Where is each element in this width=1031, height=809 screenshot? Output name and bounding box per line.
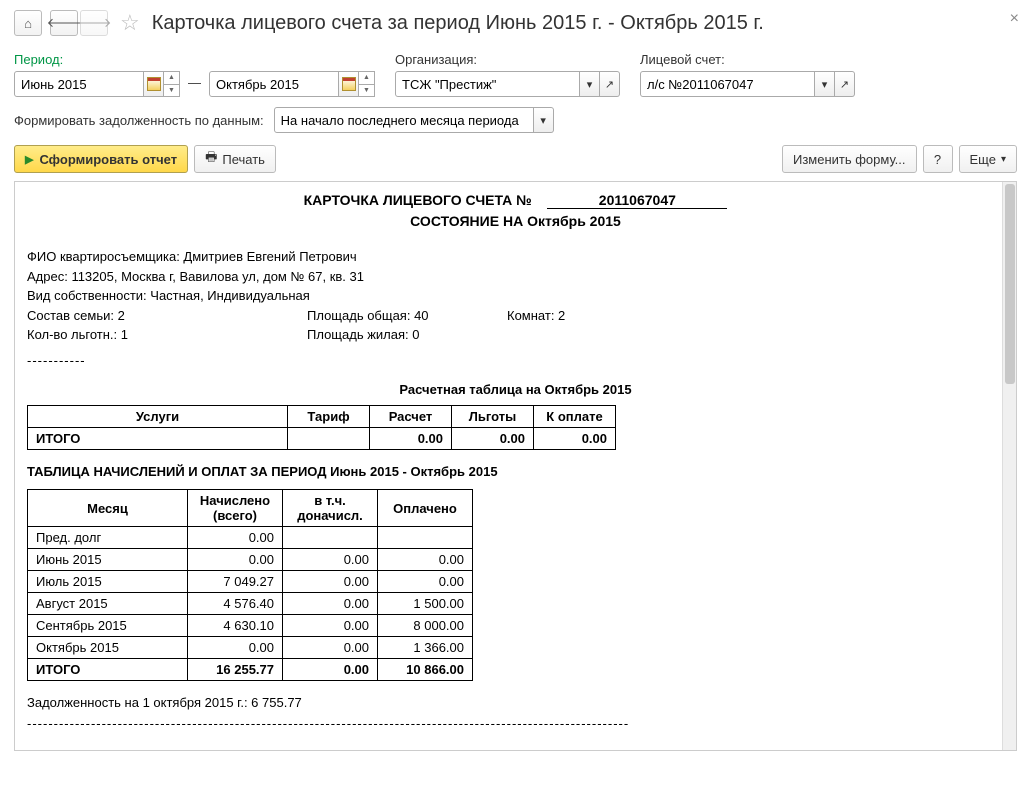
- titlebar: ⌂ 🡐 🡒 ☆ Карточка лицевого счета за перио…: [14, 10, 1017, 36]
- calendar-icon[interactable]: [144, 71, 164, 97]
- debt-line: Задолженность на 1 октября 2015 г.: 6 75…: [27, 695, 1004, 710]
- calc-table: Услуги Тариф Расчет Льготы К оплате ИТОГ…: [27, 405, 616, 450]
- help-button[interactable]: ?: [923, 145, 953, 173]
- period-to-input[interactable]: [209, 71, 339, 97]
- debt-mode-select[interactable]: [274, 107, 534, 133]
- table-row: Июль 20157 049.270.000.00: [28, 571, 473, 593]
- report-header: КАРТОЧКА ЛИЦЕВОГО СЧЕТА № 2011067047: [27, 192, 1004, 209]
- more-button[interactable]: Еще ▾: [959, 145, 1017, 173]
- tenant-info: ФИО квартиросъемщика: Дмитриев Евгений П…: [27, 247, 1004, 370]
- edit-form-button[interactable]: Изменить форму...: [782, 145, 917, 173]
- table-row: Пред. долг0.00: [28, 527, 473, 549]
- period-table-title: ТАБЛИЦА НАЧИСЛЕНИЙ И ОПЛАТ ЗА ПЕРИОД Июн…: [27, 464, 1004, 479]
- print-button[interactable]: 🖶 Печать: [194, 145, 276, 173]
- forward-button: 🡒: [80, 10, 108, 36]
- debt-mode-label: Формировать задолженность по данным:: [14, 113, 264, 128]
- dropdown-icon[interactable]: ▾: [534, 107, 554, 133]
- table-row: Июнь 20150.000.000.00: [28, 549, 473, 571]
- dropdown-icon[interactable]: ▾: [815, 71, 835, 97]
- calc-table-title: Расчетная таблица на Октябрь 2015: [27, 382, 1004, 397]
- report-state-line: СОСТОЯНИЕ НА Октябрь 2015: [27, 213, 1004, 229]
- period-from-spinner[interactable]: ▲▼: [164, 71, 180, 97]
- period-from-input[interactable]: [14, 71, 144, 97]
- period-label: Период:: [14, 52, 375, 67]
- home-button[interactable]: ⌂: [14, 10, 42, 36]
- report-area: КАРТОЧКА ЛИЦЕВОГО СЧЕТА № 2011067047 СОС…: [14, 181, 1017, 751]
- dropdown-icon[interactable]: ▾: [580, 71, 600, 97]
- generate-label: Сформировать отчет: [39, 152, 177, 167]
- period-to-spinner[interactable]: ▲▼: [359, 71, 375, 97]
- period-table: Месяц Начислено (всего) в т.ч. доначисл.…: [27, 489, 473, 681]
- printer-icon: 🖶: [205, 148, 217, 170]
- account-label: Лицевой счет:: [640, 52, 855, 67]
- close-icon[interactable]: ×: [1010, 10, 1019, 28]
- generate-report-button[interactable]: ▶Сформировать отчет: [14, 145, 188, 173]
- print-label: Печать: [222, 152, 265, 167]
- chevron-down-icon: ▾: [1001, 154, 1006, 165]
- open-icon[interactable]: ↗: [835, 71, 855, 97]
- scrollbar[interactable]: [1002, 182, 1016, 750]
- table-row: Октябрь 20150.000.001 366.00: [28, 637, 473, 659]
- calendar-icon[interactable]: [339, 71, 359, 97]
- page-title: Карточка лицевого счета за период Июнь 2…: [152, 12, 764, 35]
- separator-dashes: ----------------------------------------…: [27, 716, 1004, 731]
- back-button[interactable]: 🡐: [50, 10, 78, 36]
- table-total-row: ИТОГО16 255.770.0010 866.00: [28, 659, 473, 681]
- period-dash: —: [188, 75, 201, 94]
- favorite-star-icon[interactable]: ☆: [120, 10, 140, 36]
- more-label: Еще: [970, 152, 996, 167]
- open-icon[interactable]: ↗: [600, 71, 620, 97]
- org-input[interactable]: [395, 71, 580, 97]
- table-row: Сентябрь 20154 630.100.008 000.00: [28, 615, 473, 637]
- table-row: Август 20154 576.400.001 500.00: [28, 593, 473, 615]
- account-input[interactable]: [640, 71, 815, 97]
- org-label: Организация:: [395, 52, 620, 67]
